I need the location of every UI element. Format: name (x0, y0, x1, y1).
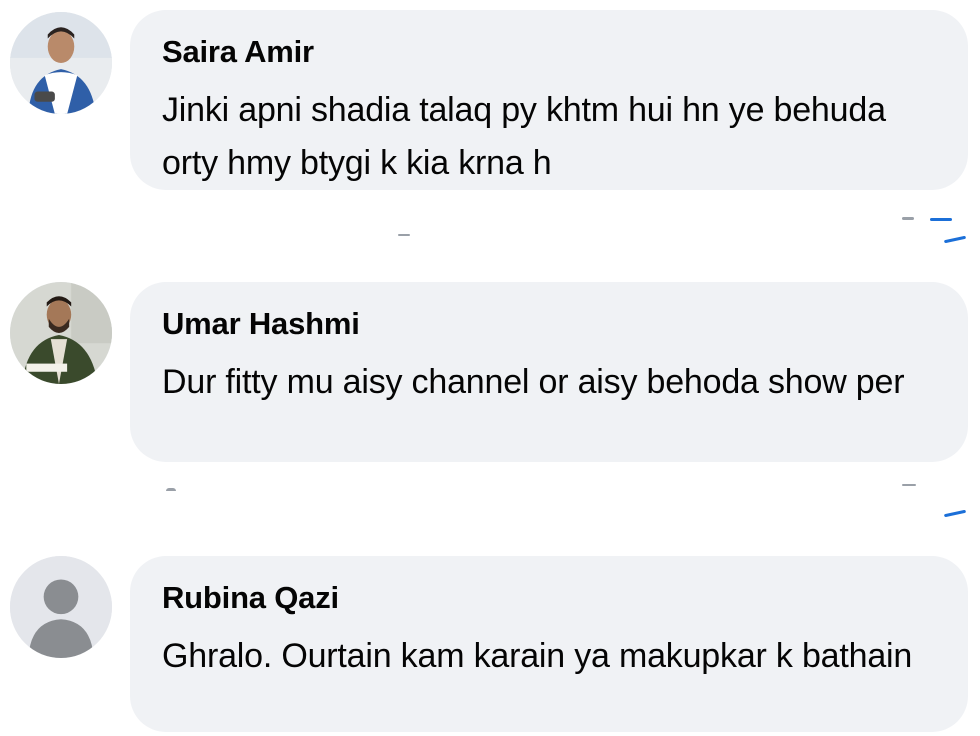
comment-text: Ghralo. Ourtain kam karain ya makupkar k… (162, 637, 913, 675)
divider (398, 234, 410, 236)
comment-bubble[interactable]: Rubina Qazi Ghralo. Ourtain kam karain y… (130, 556, 968, 732)
comment-author[interactable]: Rubina Qazi (162, 580, 934, 616)
comment-author[interactable]: Umar Hashmi (162, 306, 934, 342)
comment-author[interactable]: Saira Amir (162, 34, 934, 70)
divider (902, 217, 914, 220)
user-photo-icon (10, 282, 112, 384)
comment-bubble[interactable]: Umar Hashmi Dur fitty mu aisy channel or… (130, 282, 968, 462)
comment-text: Jinki apni shadia talaq py khtm hui hn y… (162, 91, 886, 182)
default-avatar-icon (10, 556, 112, 658)
avatar[interactable] (10, 282, 112, 384)
divider (943, 235, 967, 244)
avatar[interactable] (10, 12, 112, 114)
comment-bubble[interactable]: Saira Amir Jinki apni shadia talaq py kh… (130, 10, 968, 190)
divider (930, 218, 952, 221)
divider (943, 509, 967, 518)
divider (166, 488, 176, 491)
divider (902, 484, 916, 486)
user-photo-icon (10, 12, 112, 114)
avatar[interactable] (10, 556, 112, 658)
comment-text: Dur fitty mu aisy channel or aisy behoda… (162, 363, 905, 401)
